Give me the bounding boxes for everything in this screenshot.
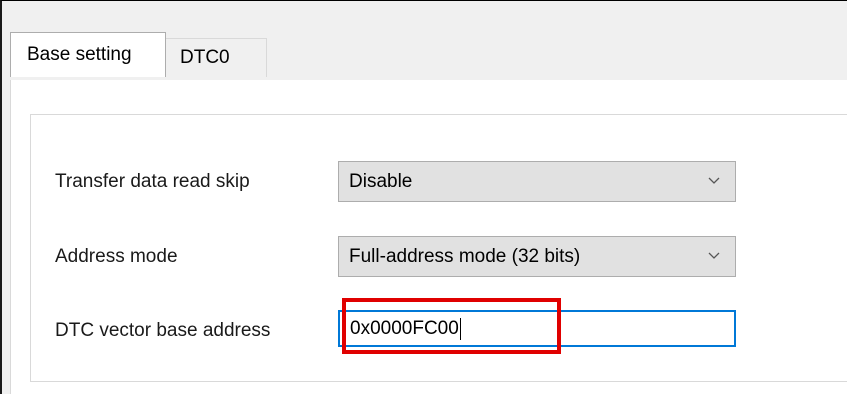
text-caret [459,317,461,340]
address-mode-dropdown[interactable]: Full-address mode (32 bits) [338,236,736,277]
tab-dtc0-label: DTC0 [180,47,230,68]
vector-base-input[interactable]: 0x0000FC00 [338,310,736,347]
transfer-skip-label: Transfer data read skip [55,171,250,192]
tab-base-setting[interactable]: Base setting [10,32,166,77]
tab-base-setting-label: Base setting [27,44,132,65]
vector-base-label: DTC vector base address [55,320,271,341]
chevron-down-icon [708,252,720,259]
transfer-skip-dropdown[interactable]: Disable [338,161,736,202]
chevron-down-icon [708,177,720,184]
address-mode-label: Address mode [55,246,178,267]
vector-base-value: 0x0000FC00 [350,317,459,339]
transfer-skip-value: Disable [349,170,413,192]
dialog-window: Base setting DTC0 Transfer data read ski… [0,0,847,394]
tab-strip: Base setting DTC0 [10,32,847,80]
tab-dtc0[interactable]: DTC0 [166,38,267,77]
address-mode-value: Full-address mode (32 bits) [349,245,581,267]
